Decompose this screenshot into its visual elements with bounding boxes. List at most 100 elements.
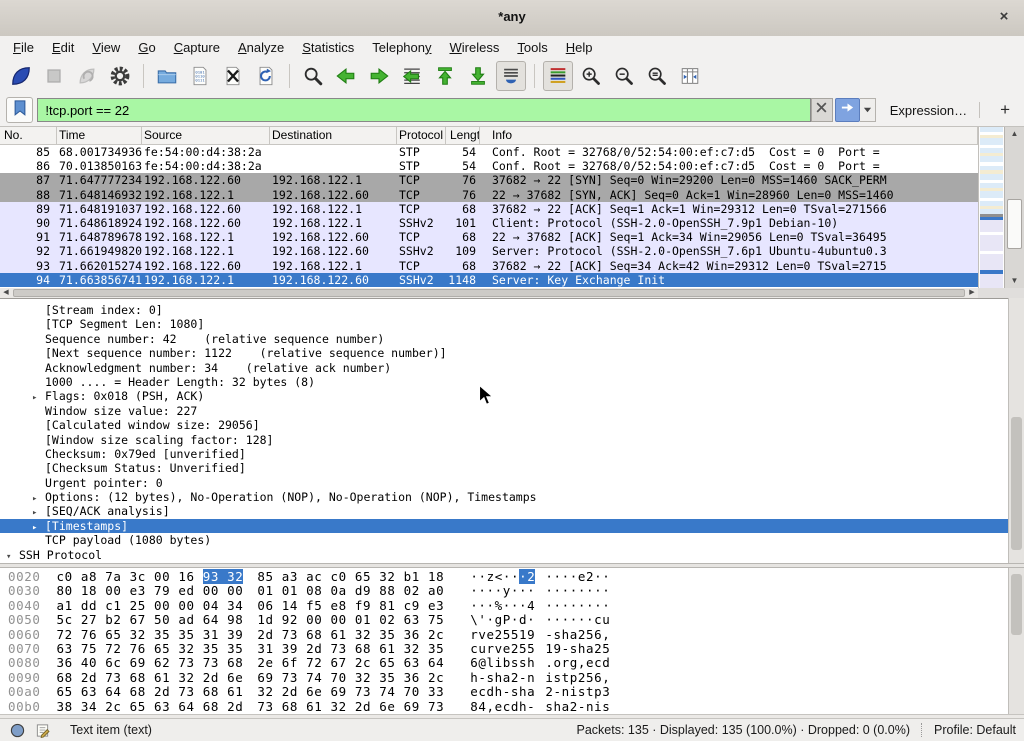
add-filter-button[interactable]: + — [992, 100, 1018, 120]
scrollbar-thumb[interactable] — [1007, 199, 1022, 249]
menu-item-help[interactable]: Help — [557, 38, 602, 57]
detail-line[interactable]: ▸[SEQ/ACK analysis] — [0, 504, 1008, 518]
packet-row[interactable]: 9171.648789678192.168.122.1192.168.122.6… — [0, 230, 978, 244]
detail-scrollbar[interactable] — [1008, 298, 1024, 563]
hex-row[interactable]: 003080 18 00 e3 79 ed 00 0001 01 08 0a d… — [8, 584, 1008, 598]
hex-ascii[interactable]: curve255 — [470, 641, 535, 656]
packet-row[interactable]: 9271.661949820192.168.122.1192.168.122.6… — [0, 244, 978, 258]
hex-bytes[interactable]: 06 14 f5 e8 f9 81 c9 e3 — [257, 598, 444, 613]
hex-ascii[interactable]: ··z<···2 — [470, 569, 535, 584]
detail-line[interactable]: ▸Flags: 0x018 (PSH, ACK) — [0, 389, 1008, 403]
hex-bytes[interactable]: 80 18 00 e3 79 ed 00 00 — [57, 583, 244, 598]
hex-ascii[interactable]: sha2-nis — [545, 699, 610, 714]
hex-bytes[interactable]: 1d 92 00 00 01 02 63 75 — [257, 612, 444, 627]
menu-item-statistics[interactable]: Statistics — [293, 38, 363, 57]
hex-bytes[interactable]: c0 a8 7a 3c 00 16 93 32 — [57, 569, 244, 584]
hex-row[interactable]: 009068 2d 73 68 61 32 2d 6e69 73 74 70 3… — [8, 671, 1008, 685]
hex-ascii[interactable]: rve25519 — [470, 627, 535, 642]
menu-item-analyze[interactable]: Analyze — [229, 38, 293, 57]
capture-comment-icon[interactable] — [35, 723, 50, 738]
reload-file-button[interactable] — [251, 61, 281, 91]
close-icon[interactable]: × — [994, 7, 1014, 27]
hex-bytes[interactable]: 36 40 6c 69 62 73 73 68 — [57, 655, 244, 670]
detail-line[interactable]: Urgent pointer: 0 — [0, 476, 1008, 490]
hex-bytes[interactable]: 01 01 08 0a d9 88 02 a0 — [257, 583, 444, 598]
packet-list-hscrollbar[interactable]: ◀ ▶ — [0, 288, 978, 298]
hex-row[interactable]: 0040a1 dd c1 25 00 00 04 3406 14 f5 e8 f… — [8, 599, 1008, 613]
menu-item-file[interactable]: File — [4, 38, 43, 57]
zoom-out-button[interactable] — [609, 61, 639, 91]
open-file-button[interactable] — [152, 61, 182, 91]
hex-ascii[interactable]: ········ — [545, 583, 610, 598]
hex-ascii[interactable]: 2-nistp3 — [545, 684, 610, 699]
column-header-info[interactable]: Info — [480, 127, 978, 144]
hex-bytes[interactable]: 65 63 64 68 2d 73 68 61 — [57, 684, 244, 699]
hex-ascii[interactable]: ···%···4 — [470, 598, 535, 613]
hex-row[interactable]: 0020c0 a8 7a 3c 00 16 93 3285 a3 ac c0 6… — [8, 570, 1008, 584]
packet-row[interactable]: 8971.648191037192.168.122.60192.168.122.… — [0, 202, 978, 216]
hex-ascii[interactable]: ····y··· — [470, 583, 535, 598]
detail-line[interactable]: Acknowledgment number: 34 (relative ack … — [0, 361, 1008, 375]
detail-line[interactable]: TCP payload (1080 bytes) — [0, 533, 1008, 547]
hex-bytes[interactable]: 31 39 2d 73 68 61 32 35 — [257, 641, 444, 656]
hex-bytes[interactable]: 73 68 61 32 2d 6e 69 73 — [257, 699, 444, 714]
go-first-button[interactable] — [430, 61, 460, 91]
hex-bytes[interactable]: 2d 73 68 61 32 35 36 2c — [257, 627, 444, 642]
expert-info-icon[interactable] — [10, 723, 25, 738]
hex-ascii[interactable]: \'·gP·d· — [470, 612, 535, 627]
hscrollbar-thumb[interactable] — [13, 289, 965, 297]
resize-columns-button[interactable] — [675, 61, 705, 91]
detail-line[interactable]: [Window size scaling factor: 128] — [0, 433, 1008, 447]
hex-ascii[interactable]: ····e2·· — [545, 569, 610, 584]
hex-row[interactable]: 00a065 63 64 68 2d 73 68 6132 2d 6e 69 7… — [8, 685, 1008, 699]
detail-line[interactable]: ▾SSH Protocol — [0, 548, 1008, 562]
detail-line[interactable]: [TCP Segment Len: 1080] — [0, 317, 1008, 331]
detail-line[interactable]: 1000 .... = Header Length: 32 bytes (8) — [0, 375, 1008, 389]
hex-row[interactable]: 00505c 27 b2 67 50 ad 64 981d 92 00 00 0… — [8, 613, 1008, 627]
packet-row[interactable]: 9371.662015274192.168.122.60192.168.122.… — [0, 259, 978, 273]
hex-row[interactable]: 006072 76 65 32 35 35 31 392d 73 68 61 3… — [8, 628, 1008, 642]
scroll-up-icon[interactable]: ▲ — [1005, 127, 1024, 141]
capture-start-button[interactable] — [6, 61, 36, 91]
capture-restart-button[interactable] — [72, 61, 102, 91]
hex-ascii[interactable]: 19-sha25 — [545, 641, 610, 656]
expression-button[interactable]: Expression… — [890, 103, 967, 118]
scroll-left-icon[interactable]: ◀ — [0, 288, 12, 298]
packet-row[interactable]: 9071.648618924192.168.122.60192.168.122.… — [0, 216, 978, 230]
hex-row[interactable]: 007063 75 72 76 65 32 35 3531 39 2d 73 6… — [8, 642, 1008, 656]
auto-scroll-button[interactable] — [496, 61, 526, 91]
hex-ascii[interactable]: .org,ecd — [545, 655, 610, 670]
hex-ascii[interactable]: 84,ecdh- — [470, 699, 535, 714]
hex-bytes[interactable]: a1 dd c1 25 00 00 04 34 — [57, 598, 244, 613]
menu-item-edit[interactable]: Edit — [43, 38, 83, 57]
go-to-packet-button[interactable] — [397, 61, 427, 91]
hex-bytes[interactable]: 2e 6f 72 67 2c 65 63 64 — [257, 655, 444, 670]
capture-stop-button[interactable] — [39, 61, 69, 91]
packet-row[interactable]: 8568.001734936fe:54:00:d4:38:2aSTP54Conf… — [0, 145, 978, 159]
filter-input[interactable]: !tcp.port == 22 — [37, 98, 811, 122]
detail-line[interactable]: [Next sequence number: 1122 (relative se… — [0, 346, 1008, 360]
detail-line[interactable]: [Calculated window size: 29056] — [0, 418, 1008, 432]
packet-list-minimap[interactable] — [978, 127, 1004, 288]
hex-ascii[interactable]: -sha256, — [545, 627, 610, 642]
detail-scrollbar-thumb[interactable] — [1011, 417, 1022, 550]
detail-line[interactable]: ▸Options: (12 bytes), No-Operation (NOP)… — [0, 490, 1008, 504]
column-header-time[interactable]: Time — [57, 127, 142, 144]
hex-ascii[interactable]: istp256, — [545, 670, 610, 685]
hex-bytes[interactable]: 72 76 65 32 35 35 31 39 — [57, 627, 244, 642]
column-header-no[interactable]: No. — [0, 127, 57, 144]
hex-bytes[interactable]: 85 a3 ac c0 65 32 b1 18 — [257, 569, 444, 584]
go-forward-button[interactable] — [364, 61, 394, 91]
packet-list-scrollbar[interactable]: ▲ ▼ — [1004, 127, 1024, 288]
capture-options-button[interactable] — [105, 61, 135, 91]
detail-line[interactable]: Sequence number: 42 (relative sequence n… — [0, 332, 1008, 346]
menu-item-go[interactable]: Go — [129, 38, 164, 57]
hex-row[interactable]: 00b038 34 2c 65 63 64 68 2d73 68 61 32 2… — [8, 700, 1008, 714]
filter-clear-button[interactable] — [811, 98, 833, 122]
hex-bytes[interactable]: 63 75 72 76 65 32 35 35 — [57, 641, 244, 656]
filter-dropdown-button[interactable] — [860, 98, 876, 122]
menu-item-tools[interactable]: Tools — [508, 38, 556, 57]
column-header-destination[interactable]: Destination — [270, 127, 397, 144]
hex-ascii[interactable]: h-sha2-n — [470, 670, 535, 685]
close-file-button[interactable] — [218, 61, 248, 91]
